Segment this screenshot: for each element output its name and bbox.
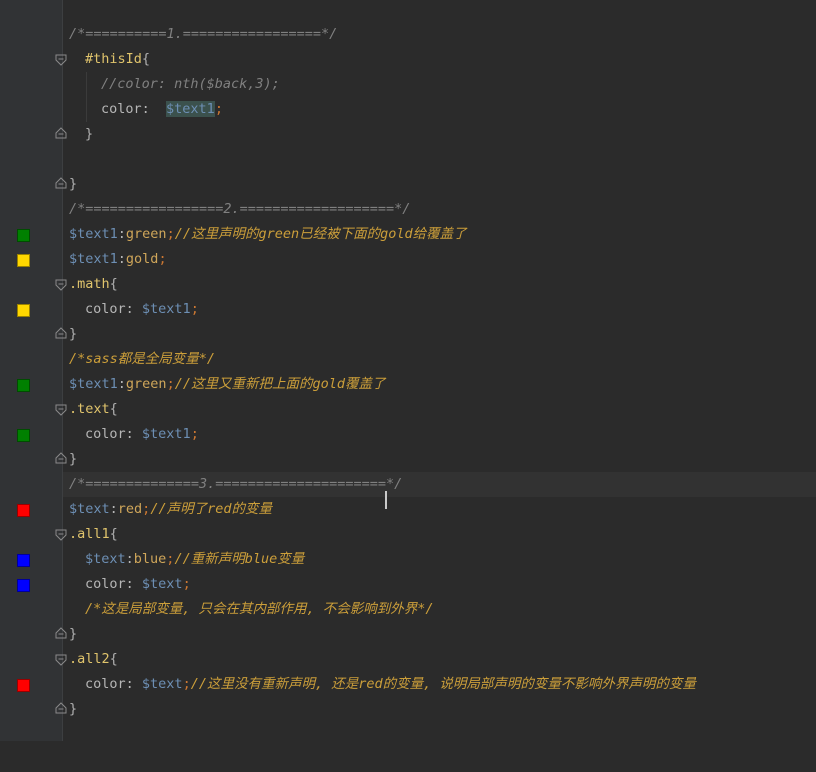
css-selector: .all1 <box>69 526 110 542</box>
css-selector: #thisId <box>85 51 142 67</box>
code-line[interactable]: } <box>63 447 816 472</box>
css-value: blue <box>133 551 167 567</box>
code-brace: } <box>69 701 78 717</box>
code-brace: } <box>69 626 78 642</box>
css-value: green <box>125 226 167 242</box>
code-line[interactable]: } <box>63 172 816 197</box>
css-selector: .text <box>69 401 110 417</box>
css-value: gold <box>125 251 159 267</box>
code-line[interactable]: color: $text1; <box>63 422 816 447</box>
css-selector: .math <box>69 276 110 292</box>
scss-variable: $text1 <box>141 426 191 442</box>
code-line[interactable]: } <box>63 622 816 647</box>
code-comment: //这里没有重新声明, 还是red的变量, 说明局部声明的变量不影响外界声明的变… <box>190 676 696 692</box>
code-brace: } <box>69 451 78 467</box>
code-line[interactable]: .math{ <box>63 272 816 297</box>
scss-variable: $text <box>69 501 110 517</box>
code-line[interactable]: color: $text; <box>63 572 816 597</box>
code-line[interactable]: #thisId{ <box>63 47 816 72</box>
color-swatch-green[interactable] <box>17 229 30 242</box>
code-line[interactable]: } <box>63 697 816 722</box>
code-line[interactable]: color: $text;//这里没有重新声明, 还是red的变量, 说明局部声… <box>63 672 816 697</box>
css-property: color: <box>85 576 134 592</box>
code-line[interactable]: color: $text1; <box>63 97 816 122</box>
code-comment: /*=================2.===================… <box>69 201 411 217</box>
scss-variable: $text1 <box>141 301 191 317</box>
scss-variable: $text <box>85 551 126 567</box>
code-line[interactable]: /*sass都是全局变量*/ <box>63 347 816 372</box>
code-line[interactable]: } <box>63 122 816 147</box>
highlighted-variable: $text1 <box>166 101 215 117</box>
code-comment: /*==========1.=================*/ <box>69 26 338 42</box>
css-value: green <box>125 376 167 392</box>
code-line[interactable]: $text1:green;//这里声明的green已经被下面的gold给覆盖了 <box>63 222 816 247</box>
color-swatch-blue[interactable] <box>17 579 30 592</box>
code-line-current[interactable]: /*==============3.===================== *… <box>63 472 816 509</box>
color-swatch-green[interactable] <box>17 429 30 442</box>
css-value: red <box>117 501 143 517</box>
color-swatch-red[interactable] <box>17 504 30 517</box>
color-swatch-blue[interactable] <box>17 554 30 567</box>
code-comment: /*sass都是全局变量*/ <box>69 351 216 367</box>
color-swatch-gold[interactable] <box>17 304 30 317</box>
code-line[interactable]: color: $text1; <box>63 297 816 322</box>
color-swatch-gold[interactable] <box>17 254 30 267</box>
code-line[interactable]: /*这是局部变量, 只会在其内部作用, 不会影响到外界*/ <box>63 597 816 622</box>
scss-variable: $text1 <box>69 376 118 392</box>
color-swatch-green[interactable] <box>17 379 30 392</box>
code-comment: /*==============3.===================== *… <box>69 472 402 509</box>
code-brace: } <box>85 126 94 142</box>
code-line[interactable]: $text:blue;//重新声明blue变量 <box>63 547 816 572</box>
code-comment: //重新声明blue变量 <box>174 551 305 567</box>
code-comment: //这里又重新把上面的gold覆盖了 <box>174 376 386 392</box>
css-selector: .all2 <box>69 651 110 667</box>
code-line[interactable]: .all1{ <box>63 522 816 547</box>
code-line[interactable]: /*=================2.===================… <box>63 197 816 222</box>
code-line[interactable]: } <box>63 322 816 347</box>
css-property: color: <box>101 101 150 117</box>
code-comment: //声明了red的变量 <box>150 501 272 517</box>
css-property: color: <box>85 426 134 442</box>
code-line[interactable]: //color: nth($back,3); <box>63 72 816 97</box>
code-semicolon: ; <box>214 101 223 117</box>
code-line[interactable]: $text1:gold; <box>63 247 816 272</box>
css-property: color: <box>85 676 134 692</box>
code-comment: //这里声明的green已经被下面的gold给覆盖了 <box>174 226 467 242</box>
code-line[interactable]: $text:red;//声明了red的变量 <box>63 497 816 522</box>
code-editor[interactable]: /*==========1.=================*/ #thisI… <box>0 0 816 741</box>
scss-variable: $text1 <box>69 251 118 267</box>
scss-variable: $text1 <box>69 226 118 242</box>
color-swatch-red[interactable] <box>17 679 30 692</box>
code-comment: //color: nth($back,3); <box>101 76 280 92</box>
gutter[interactable] <box>0 0 67 741</box>
code-line[interactable]: .text{ <box>63 397 816 422</box>
code-line[interactable]: $text1:green;//这里又重新把上面的gold覆盖了 <box>63 372 816 397</box>
code-brace: { <box>141 51 151 67</box>
code-brace: } <box>69 326 78 342</box>
code-line[interactable]: .all2{ <box>63 647 816 672</box>
code-comment: /*这是局部变量, 只会在其内部作用, 不会影响到外界*/ <box>85 601 434 617</box>
code-area[interactable]: /*==========1.=================*/ #thisI… <box>63 0 816 741</box>
css-property: color: <box>85 301 134 317</box>
scss-variable: $text <box>141 576 183 592</box>
code-brace: } <box>69 176 78 192</box>
code-line[interactable]: /*==========1.=================*/ <box>63 22 816 47</box>
scss-variable: $text <box>141 676 183 692</box>
